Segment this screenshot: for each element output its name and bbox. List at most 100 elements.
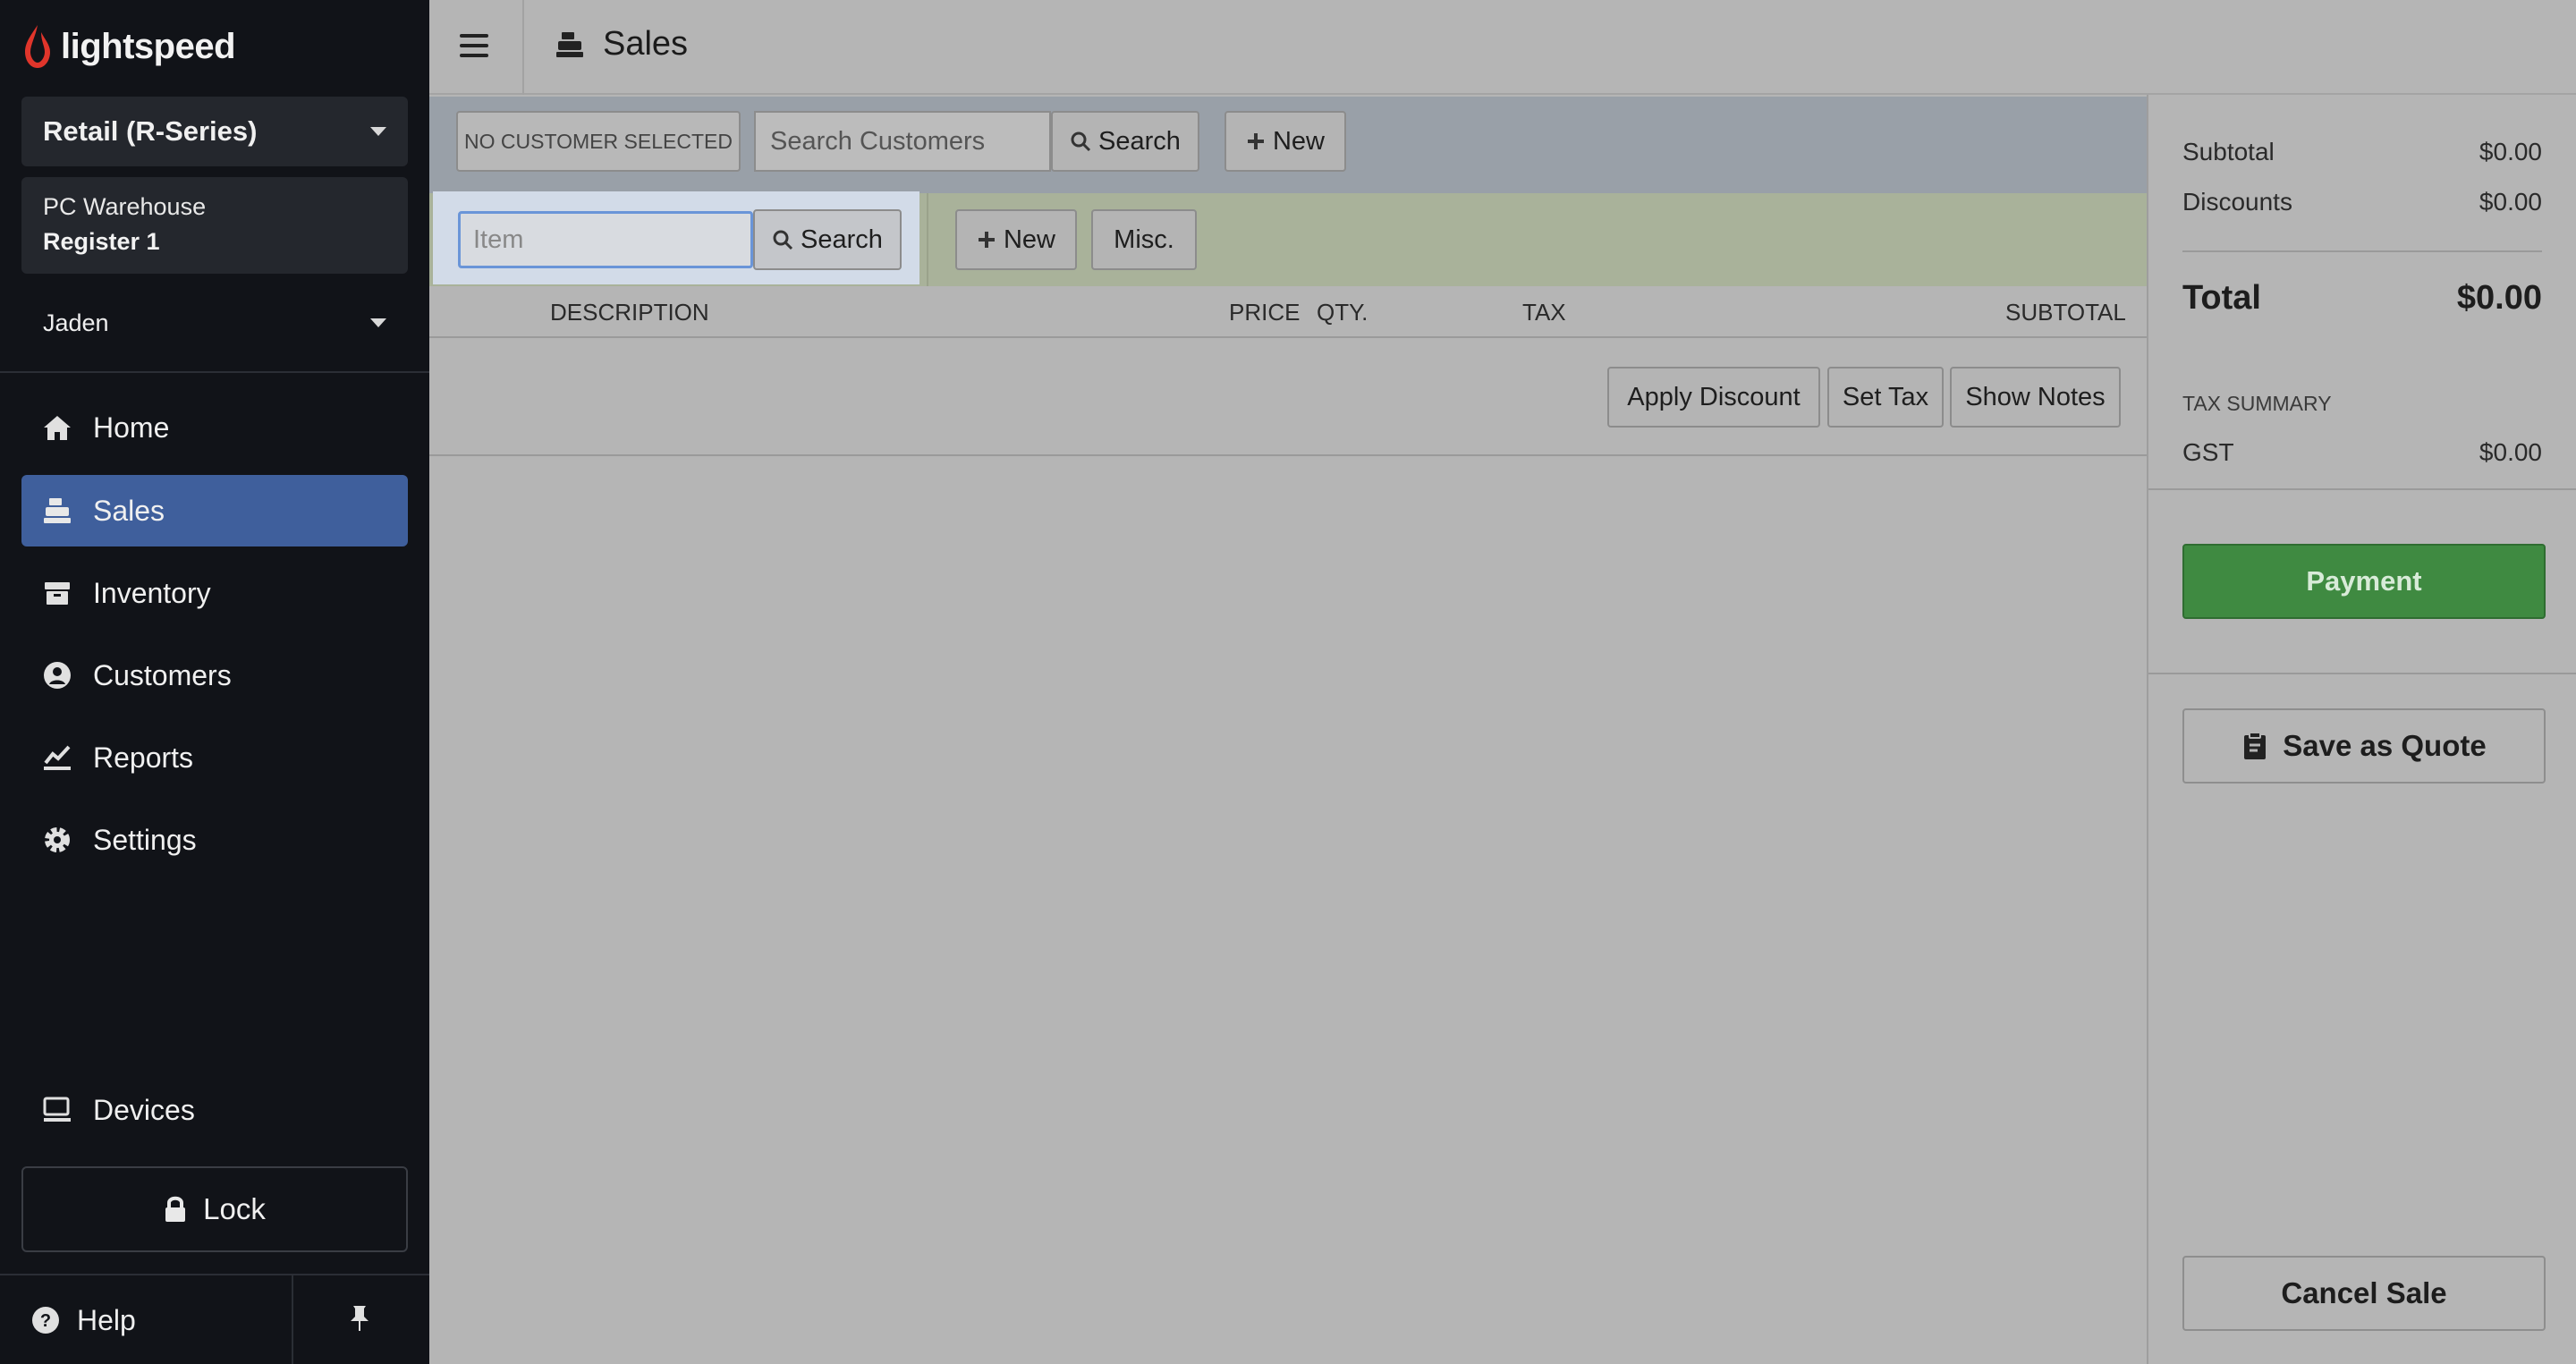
user-name: Jaden xyxy=(43,309,109,336)
no-customer-label: NO CUSTOMER SELECTED xyxy=(464,129,733,153)
new-item-label: New xyxy=(1003,225,1055,254)
logo-text: lightspeed xyxy=(61,26,236,66)
new-customer-button[interactable]: New xyxy=(1224,111,1346,172)
item-search-placeholder: Item xyxy=(473,225,524,254)
set-tax-button[interactable]: Set Tax xyxy=(1827,367,1944,428)
discounts-row: Discounts $0.00 xyxy=(2182,188,2542,216)
lock-icon xyxy=(165,1196,186,1222)
chart-line-icon xyxy=(41,741,73,774)
help-link[interactable]: ? Help xyxy=(30,1295,136,1345)
store-select[interactable]: Retail (R-Series) xyxy=(21,97,408,166)
customer-search-input[interactable]: Search Customers xyxy=(754,111,1051,172)
location-name: PC Warehouse xyxy=(43,193,207,220)
sidebar-divider xyxy=(0,1274,429,1275)
set-tax-label: Set Tax xyxy=(1842,382,1929,411)
payment-button[interactable]: Payment xyxy=(2182,544,2546,619)
sidebar-item-label: Settings xyxy=(93,823,197,856)
item-search-input[interactable]: Item xyxy=(458,211,753,268)
summary-divider xyxy=(2148,488,2576,490)
item-search-button[interactable]: Search xyxy=(753,209,902,270)
chevron-down-icon xyxy=(370,127,386,136)
chevron-down-icon xyxy=(370,318,386,327)
sidebar-item-label: Inventory xyxy=(93,576,211,609)
help-label: Help xyxy=(77,1303,136,1336)
sidebar-item-label: Customers xyxy=(93,658,232,691)
gst-value: $0.00 xyxy=(2479,438,2542,466)
gst-label: GST xyxy=(2182,438,2234,466)
column-subtotal: SUBTOTAL xyxy=(2005,299,2126,326)
sidebar: lightspeed Retail (R-Series) PC Warehous… xyxy=(0,0,429,1364)
sidebar-item-settings[interactable]: Settings xyxy=(21,804,408,876)
search-icon xyxy=(773,230,793,250)
menu-icon[interactable] xyxy=(460,34,488,64)
item-bar-divider xyxy=(927,193,928,286)
sidebar-divider xyxy=(0,371,429,373)
top-bar-divider xyxy=(522,0,524,95)
help-circle-icon: ? xyxy=(32,1307,59,1334)
register-name: Register 1 xyxy=(43,228,160,255)
sidebar-item-reports[interactable]: Reports xyxy=(21,722,408,793)
gst-row: GST $0.00 xyxy=(2182,438,2542,467)
save-as-quote-button[interactable]: Save as Quote xyxy=(2182,708,2546,784)
user-circle-icon xyxy=(41,659,73,691)
lock-button[interactable]: Lock xyxy=(21,1166,408,1252)
tax-summary-heading: TAX SUMMARY xyxy=(2182,392,2332,415)
payment-label: Payment xyxy=(2306,565,2422,597)
pin-sidebar-button[interactable] xyxy=(347,1304,372,1337)
register-icon xyxy=(556,31,583,57)
plus-icon xyxy=(1247,133,1264,149)
sidebar-item-customers[interactable]: Customers xyxy=(21,640,408,711)
summary-divider xyxy=(2148,673,2576,674)
customer-search-placeholder: Search Customers xyxy=(770,126,986,156)
save-as-quote-label: Save as Quote xyxy=(2283,729,2487,762)
logo[interactable]: lightspeed xyxy=(21,23,236,70)
discounts-label: Discounts xyxy=(2182,188,2292,216)
total-label: Total xyxy=(2182,279,2261,317)
sidebar-item-devices[interactable]: Devices xyxy=(21,1074,408,1146)
summary-divider xyxy=(2182,250,2542,252)
register-icon xyxy=(41,495,73,527)
sidebar-item-home[interactable]: Home xyxy=(21,392,408,463)
item-search-label: Search xyxy=(801,225,883,254)
column-description: DESCRIPTION xyxy=(550,299,709,326)
plus-icon xyxy=(978,232,995,248)
subtotal-row: Subtotal $0.00 xyxy=(2182,138,2542,166)
clipboard-icon xyxy=(2244,732,2267,759)
home-icon xyxy=(41,411,73,444)
store-select-label: Retail (R-Series) xyxy=(43,115,258,147)
subtotal-value: $0.00 xyxy=(2479,138,2542,165)
line-items-divider xyxy=(429,454,2147,456)
new-customer-label: New xyxy=(1272,126,1325,156)
sidebar-item-inventory[interactable]: Inventory xyxy=(21,557,408,629)
sidebar-item-label: Devices xyxy=(93,1093,195,1126)
search-icon xyxy=(1071,131,1091,152)
svg-text:?: ? xyxy=(40,1311,51,1331)
cancel-sale-label: Cancel Sale xyxy=(2281,1276,2447,1309)
show-notes-button[interactable]: Show Notes xyxy=(1950,367,2121,428)
misc-item-button[interactable]: Misc. xyxy=(1091,209,1197,270)
discounts-value: $0.00 xyxy=(2479,188,2542,216)
column-tax: TAX xyxy=(1522,299,1566,326)
column-qty: QTY. xyxy=(1317,299,1368,326)
cancel-sale-button[interactable]: Cancel Sale xyxy=(2182,1256,2546,1331)
no-customer-badge: NO CUSTOMER SELECTED xyxy=(456,111,741,172)
gear-icon xyxy=(41,824,73,856)
show-notes-label: Show Notes xyxy=(1965,382,2106,411)
lock-label: Lock xyxy=(203,1192,266,1225)
sale-summary-panel: Subtotal $0.00 Discounts $0.00 Total $0.… xyxy=(2147,95,2576,1364)
page-title: Sales xyxy=(555,25,688,64)
top-bar: Sales xyxy=(429,0,2576,95)
pin-icon xyxy=(351,1306,369,1331)
page-title-text: Sales xyxy=(603,25,689,63)
customer-search-button[interactable]: Search xyxy=(1051,111,1199,172)
new-item-button[interactable]: New xyxy=(955,209,1077,270)
total-value: $0.00 xyxy=(2456,279,2542,317)
apply-discount-button[interactable]: Apply Discount xyxy=(1607,367,1820,428)
inventory-icon xyxy=(41,577,73,609)
misc-item-label: Misc. xyxy=(1114,225,1174,254)
column-price: PRICE xyxy=(1229,299,1301,326)
sidebar-item-sales[interactable]: Sales xyxy=(21,475,408,546)
computer-icon xyxy=(41,1094,73,1126)
user-menu[interactable]: Jaden xyxy=(21,301,408,345)
lightspeed-flame-icon xyxy=(25,25,50,68)
